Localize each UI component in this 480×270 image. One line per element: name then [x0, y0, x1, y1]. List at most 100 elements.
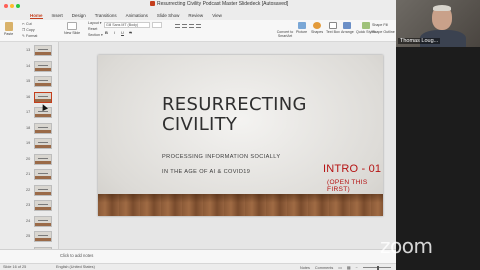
arrange-icon	[343, 22, 352, 29]
notes-placeholder[interactable]: Click to add notes	[60, 253, 93, 258]
cut-button[interactable]: ✂ Cut	[22, 22, 32, 26]
normal-view-icon[interactable]: ▭	[338, 265, 342, 270]
tab-animations[interactable]: Animations	[126, 13, 148, 18]
slide-intro-label[interactable]: INTRO - 01	[323, 163, 381, 175]
slide-editing-canvas[interactable]: RESURRECTING CIVILITY PROCESSING INFORMA…	[59, 42, 396, 249]
tab-slide-show[interactable]: Slide Show	[157, 13, 180, 18]
text-box-button[interactable]: Text Box	[326, 22, 340, 34]
slide-thumbnail[interactable]: 17	[0, 106, 58, 121]
slide-title[interactable]: RESURRECTING CIVILITY	[162, 95, 307, 135]
slide-thumbnail[interactable]: 16	[0, 91, 58, 106]
close-window-icon[interactable]	[4, 3, 8, 8]
slide-thumbnail[interactable]: 13	[0, 44, 58, 59]
slide-thumbnail-image[interactable]	[34, 169, 52, 180]
notes-pane[interactable]: Click to add notes	[0, 249, 396, 263]
slide-subtitle-line-1[interactable]: PROCESSING INFORMATION SOCIALLY	[162, 154, 281, 160]
slide-thumbnail[interactable]: 19	[0, 137, 58, 152]
slide-thumbnail[interactable]: 14	[0, 60, 58, 75]
slide-thumbnail-number: 23	[26, 203, 31, 207]
zoom-out-icon[interactable]: −	[355, 266, 357, 270]
slide-thumbnail-image[interactable]	[34, 122, 52, 134]
notes-toggle-button[interactable]: Notes	[300, 266, 310, 270]
slide-thumbnail-image[interactable]	[34, 153, 52, 165]
slide-thumbnail-image[interactable]	[34, 200, 52, 211]
slide-thumbnail[interactable]: 23	[0, 199, 58, 214]
cut-label: Cut	[26, 22, 32, 26]
tab-review[interactable]: Review	[188, 13, 203, 18]
indent-icon[interactable]	[189, 24, 194, 28]
shape-fill-button[interactable]: Shape Fill	[372, 23, 388, 27]
slide-subtitle-line-2[interactable]: IN THE AGE OF AI & COVID19	[162, 169, 250, 175]
convert-smartart-button[interactable]: Convert to SmartArt	[272, 30, 298, 38]
numbering-icon[interactable]	[182, 24, 187, 28]
zoom-slider[interactable]	[362, 265, 391, 270]
tab-transitions[interactable]: Transitions	[95, 13, 117, 18]
slide-thumbnail[interactable]: 25	[0, 230, 58, 245]
slide-thumbnail-image[interactable]	[34, 91, 52, 103]
slide-thumbnail-image[interactable]	[34, 45, 52, 56]
slide-thumbnail-image[interactable]	[34, 231, 52, 242]
tab-insert[interactable]: Insert	[52, 13, 63, 18]
new-slide-icon	[67, 22, 78, 30]
slide-thumbnail-image[interactable]	[34, 76, 52, 87]
slide-thumbnail[interactable]: 22	[0, 184, 58, 199]
document-title-text: Resurrecting Civility Podcast Master Sli…	[157, 1, 289, 7]
tab-view[interactable]: View	[212, 13, 222, 18]
comments-toggle-button[interactable]: Comments	[315, 266, 333, 270]
arrange-button[interactable]: Arrange	[341, 22, 354, 34]
thumbnail-floor-stripe	[35, 176, 51, 179]
shapes-button[interactable]: Shapes	[311, 22, 323, 34]
slide-thumbnail-number: 19	[26, 141, 31, 145]
new-slide-button[interactable]: New Slide	[64, 22, 80, 35]
zoom-watermark: zoom	[380, 234, 433, 258]
picture-button[interactable]: Picture	[296, 22, 307, 34]
slide-thumbnail-image[interactable]	[34, 215, 52, 227]
slide-thumbnail-number: 25	[26, 234, 31, 238]
slide-thumbnail[interactable]: 20	[0, 153, 58, 168]
font-size-select[interactable]	[152, 22, 162, 28]
font-name-select[interactable]: Gill Sans MT (Body)	[104, 22, 150, 28]
minimize-window-icon[interactable]	[10, 3, 14, 8]
thumbnail-floor-stripe	[35, 129, 51, 133]
slide-thumbnail[interactable]: 18	[0, 122, 58, 137]
slide-thumbnail-number: 18	[26, 125, 31, 130]
paste-button[interactable]: Paste	[4, 22, 13, 36]
window-controls[interactable]	[4, 3, 20, 8]
language-indicator[interactable]: English (United States)	[56, 265, 95, 269]
align-icon[interactable]	[196, 24, 201, 28]
tab-home[interactable]: Home	[30, 13, 43, 19]
thumbnail-text-line	[38, 126, 48, 128]
shape-fill-label: Shape Fill	[372, 23, 388, 27]
slide-sorter-icon[interactable]: ▦	[347, 265, 351, 270]
format-painter-button[interactable]: ✎ Format	[22, 34, 37, 38]
participant-video[interactable]: Thomas Loug...	[396, 0, 480, 47]
text-box-label: Text Box	[326, 30, 340, 34]
bold-button[interactable]: B	[104, 30, 109, 35]
current-slide[interactable]: RESURRECTING CIVILITY PROCESSING INFORMA…	[98, 55, 383, 216]
italic-button[interactable]: I	[112, 30, 117, 35]
paragraph-buttons	[175, 24, 201, 28]
copy-button[interactable]: ❐ Copy	[22, 28, 35, 32]
layout-button[interactable]: Layout ▾	[88, 21, 102, 25]
slide-thumbnail-image[interactable]	[34, 184, 52, 196]
thumbnail-text-line	[38, 95, 48, 97]
reset-button[interactable]: Reset	[88, 27, 97, 31]
section-button[interactable]: Section ▾	[88, 33, 103, 37]
section-label: Section	[88, 33, 100, 37]
slide-thumbnail-pane[interactable]: 1314151617181920212223242526	[0, 42, 59, 263]
slide-open-first-label[interactable]: (OPEN THIS FIRST)	[327, 179, 383, 193]
slide-thumbnail-image[interactable]	[34, 60, 52, 72]
tab-design[interactable]: Design	[72, 13, 86, 18]
new-slide-label: New Slide	[64, 31, 81, 35]
slide-thumbnail[interactable]: 24	[0, 215, 58, 230]
strikethrough-button[interactable]: S	[128, 30, 133, 35]
underline-button[interactable]: U	[120, 30, 125, 35]
shape-outline-button[interactable]: Shape Outline	[372, 30, 395, 34]
slide-thumbnail[interactable]: 15	[0, 75, 58, 90]
slide-thumbnail-image[interactable]	[34, 138, 52, 149]
bullets-icon[interactable]	[175, 24, 180, 28]
convert-smartart-label: Convert to SmartArt	[276, 30, 294, 38]
slide-thumbnail[interactable]: 21	[0, 168, 58, 183]
picture-label: Picture	[296, 30, 308, 34]
maximize-window-icon[interactable]	[16, 3, 20, 8]
